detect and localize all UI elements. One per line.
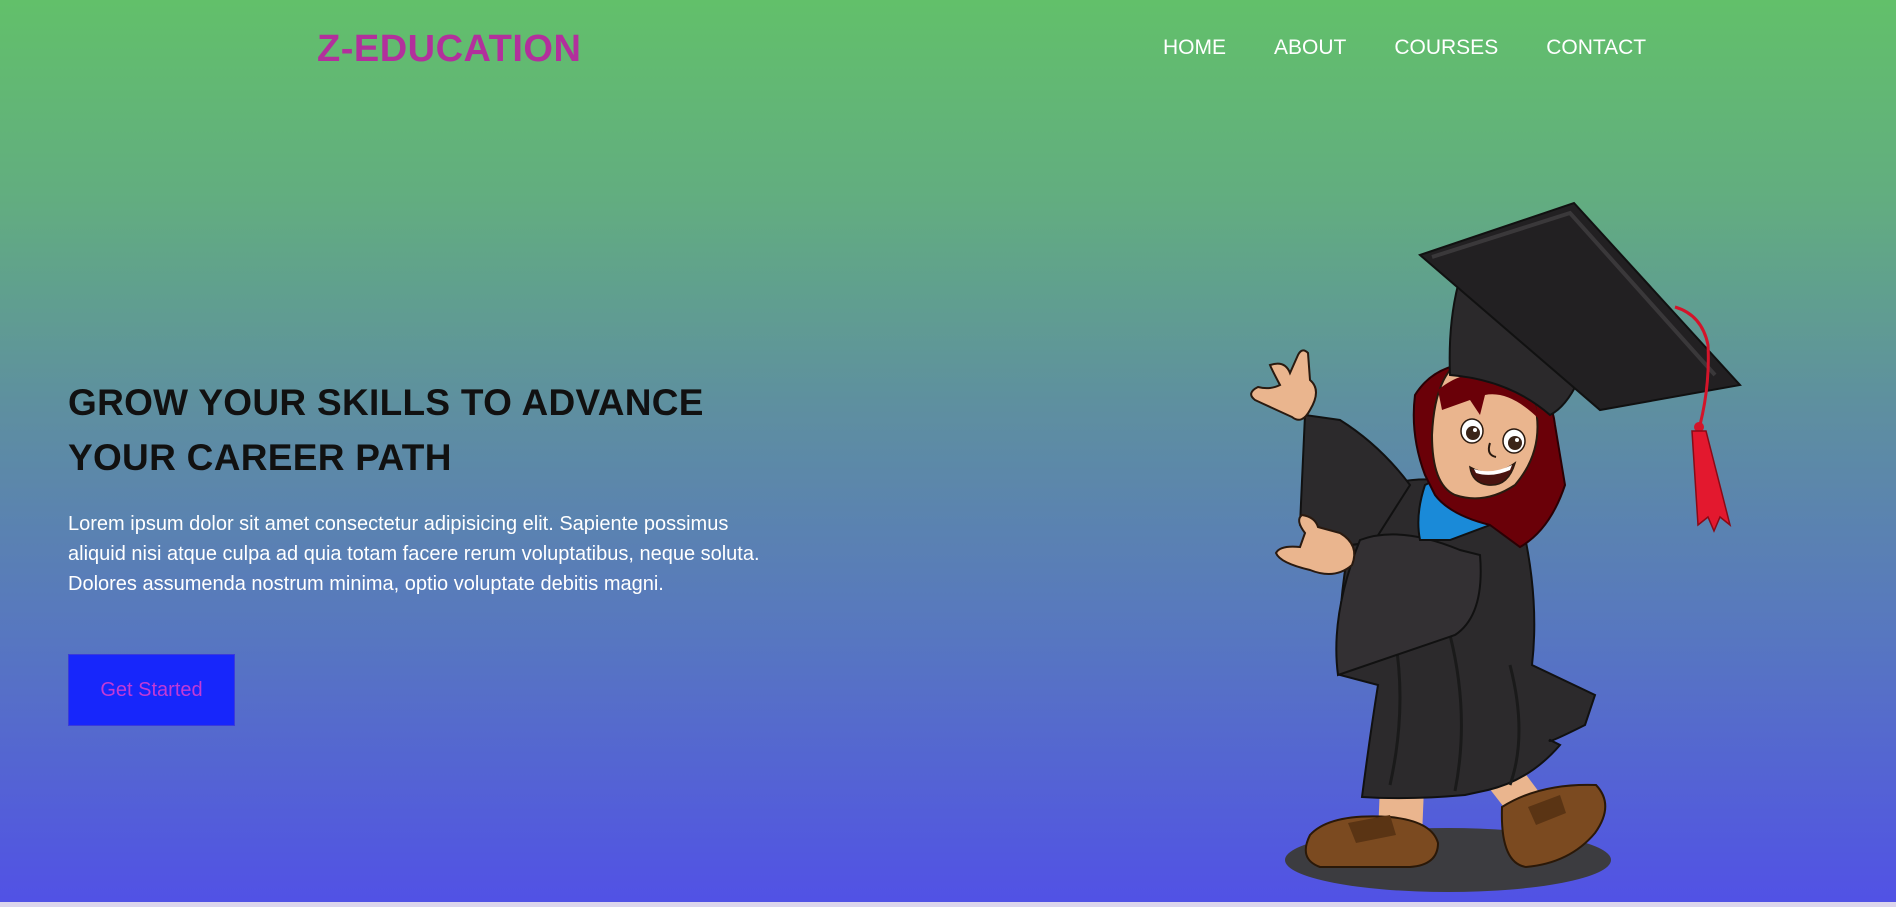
main-nav: HOME ABOUT COURSES CONTACT xyxy=(1163,36,1646,60)
hero-title-line2: YOUR CAREER PATH xyxy=(68,437,452,478)
nav-link-contact[interactable]: CONTACT xyxy=(1546,36,1646,60)
nav-link-courses[interactable]: COURSES xyxy=(1394,36,1498,60)
brand-logo[interactable]: Z-EDUCATION xyxy=(317,28,581,71)
nav-link-about[interactable]: ABOUT xyxy=(1274,36,1346,60)
landing-page: Z-EDUCATION HOME ABOUT COURSES CONTACT G… xyxy=(0,0,1896,907)
page-bottom-edge xyxy=(0,902,1896,907)
get-started-button[interactable]: Get Started xyxy=(68,654,235,726)
hero-title-line1: GROW YOUR SKILLS TO ADVANCE xyxy=(68,382,704,423)
hero-description: Lorem ipsum dolor sit amet consectetur a… xyxy=(68,513,760,595)
graduate-girl-icon xyxy=(1250,201,1742,892)
hero-title: GROW YOUR SKILLS TO ADVANCE YOUR CAREER P… xyxy=(68,375,788,485)
nav-link-home[interactable]: HOME xyxy=(1163,36,1226,60)
